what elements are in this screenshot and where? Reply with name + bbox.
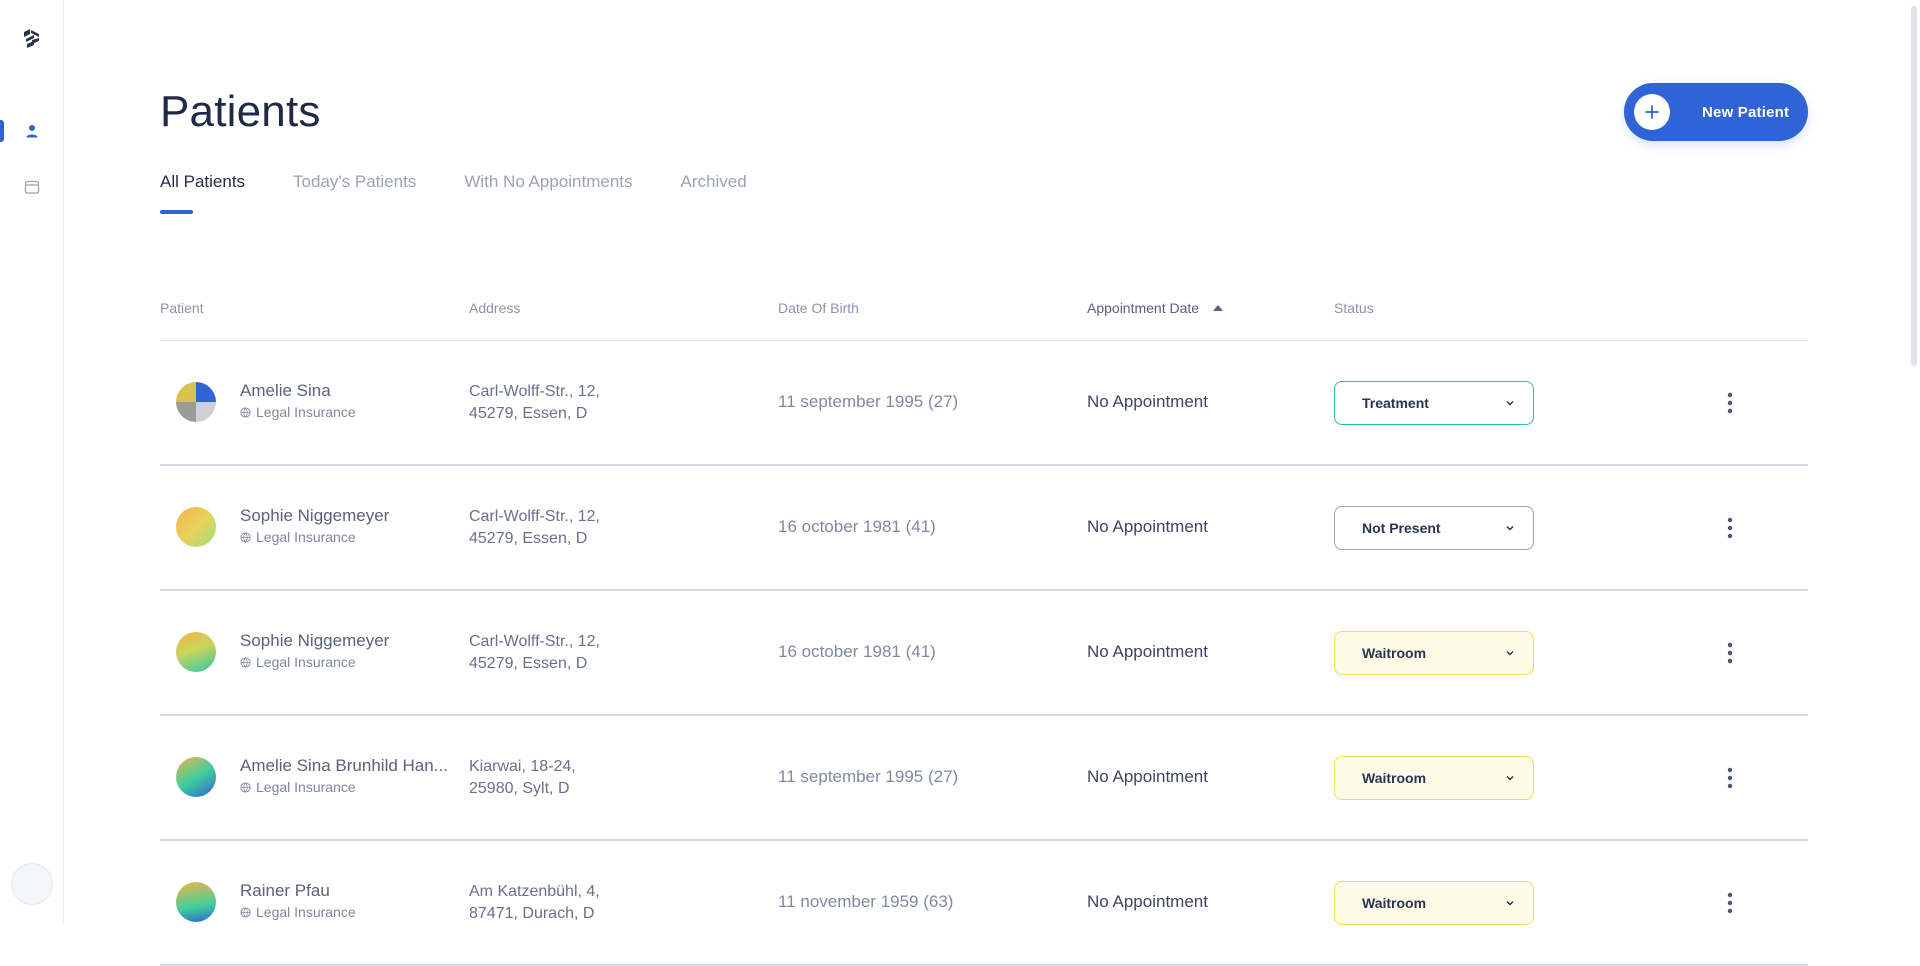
page-scrollbar[interactable] bbox=[1908, 0, 1920, 925]
insurance-label: Legal Insurance bbox=[240, 779, 356, 795]
appointment-date: No Appointment bbox=[1087, 767, 1208, 786]
appointment-date: No Appointment bbox=[1087, 642, 1208, 661]
tab-archived[interactable]: Archived bbox=[681, 172, 747, 214]
chevron-down-icon bbox=[1506, 775, 1514, 781]
patient-dob: 11 september 1995 (27) bbox=[778, 392, 959, 411]
tab-all-patients[interactable]: All Patients bbox=[160, 172, 245, 214]
patient-avatar bbox=[176, 507, 216, 547]
new-patient-label: New Patient bbox=[1702, 103, 1790, 121]
more-vertical-icon bbox=[1727, 517, 1733, 539]
globe-icon bbox=[240, 406, 251, 418]
patient-name[interactable]: Rainer Pfau bbox=[240, 881, 330, 901]
plus-icon bbox=[1634, 94, 1670, 130]
insurance-label: Legal Insurance bbox=[240, 654, 356, 670]
row-menu-button[interactable] bbox=[1715, 385, 1745, 421]
patient-dob: 11 november 1959 (63) bbox=[778, 892, 954, 911]
patient-table-body: Amelie Sina Legal Insurance Carl-Wolff-S… bbox=[160, 341, 1808, 966]
tab-no-appointments[interactable]: With No Appointments bbox=[464, 172, 632, 214]
table-header: Patient Address Date Of Birth Appointmen… bbox=[160, 296, 1808, 341]
globe-icon bbox=[240, 781, 251, 793]
globe-icon bbox=[240, 531, 251, 543]
patient-name[interactable]: Amelie Sina Brunhild Han... bbox=[240, 756, 448, 776]
column-header-address[interactable]: Address bbox=[469, 300, 520, 316]
patient-address: Am Katzenbühl, 4, 87471, Durach, D bbox=[469, 883, 600, 922]
appointment-date: No Appointment bbox=[1087, 892, 1208, 911]
user-avatar[interactable] bbox=[11, 863, 53, 905]
patient-name[interactable]: Amelie Sina bbox=[240, 381, 331, 401]
sidebar-item-patients[interactable] bbox=[0, 114, 64, 148]
status-dropdown[interactable]: Waitroom bbox=[1334, 881, 1534, 925]
table-row[interactable]: Sophie Niggemeyer Legal Insurance Carl-W… bbox=[160, 591, 1808, 716]
user-icon bbox=[26, 125, 38, 138]
status-dropdown[interactable]: Not Present bbox=[1334, 506, 1534, 550]
table-row[interactable]: Amelie Sina Legal Insurance Carl-Wolff-S… bbox=[160, 341, 1808, 466]
patient-name[interactable]: Sophie Niggemeyer bbox=[240, 631, 389, 651]
main-content: Patients New Patient All Patients Today'… bbox=[160, 0, 1808, 966]
chevron-down-icon bbox=[1506, 650, 1514, 656]
more-vertical-icon bbox=[1727, 642, 1733, 664]
page-title: Patients bbox=[160, 87, 321, 136]
status-dropdown[interactable]: Waitroom bbox=[1334, 756, 1534, 800]
tab-todays-patients[interactable]: Today's Patients bbox=[293, 172, 416, 214]
patient-avatar bbox=[176, 757, 216, 797]
chevron-down-icon bbox=[1506, 900, 1514, 906]
status-dropdown[interactable]: Waitroom bbox=[1334, 631, 1534, 675]
insurance-label: Legal Insurance bbox=[240, 529, 356, 545]
more-vertical-icon bbox=[1727, 767, 1733, 789]
column-header-status[interactable]: Status bbox=[1334, 300, 1374, 316]
patient-address: Carl-Wolff-Str., 12, 45279, Essen, D bbox=[469, 633, 600, 672]
chevron-down-icon bbox=[1506, 400, 1514, 406]
patient-avatar bbox=[176, 632, 216, 672]
status-dropdown[interactable]: Treatment bbox=[1334, 381, 1534, 425]
column-header-dob[interactable]: Date Of Birth bbox=[778, 300, 859, 316]
row-menu-button[interactable] bbox=[1715, 510, 1745, 546]
row-menu-button[interactable] bbox=[1715, 635, 1745, 671]
row-menu-button[interactable] bbox=[1715, 760, 1745, 796]
more-vertical-icon bbox=[1727, 392, 1733, 414]
new-patient-button[interactable]: New Patient bbox=[1624, 83, 1808, 141]
table-row[interactable]: Amelie Sina Brunhild Han... Legal Insura… bbox=[160, 716, 1808, 841]
globe-icon bbox=[240, 656, 251, 668]
sidebar bbox=[0, 0, 64, 925]
column-header-patient[interactable]: Patient bbox=[160, 300, 204, 316]
patient-dob: 11 september 1995 (27) bbox=[778, 767, 959, 786]
column-header-appointment[interactable]: Appointment Date bbox=[1087, 300, 1224, 316]
patient-address: Carl-Wolff-Str., 12, 45279, Essen, D bbox=[469, 383, 600, 422]
insurance-label: Legal Insurance bbox=[240, 404, 356, 420]
more-vertical-icon bbox=[1727, 892, 1733, 914]
appointment-date: No Appointment bbox=[1087, 392, 1208, 411]
table-row[interactable]: Rainer Pfau Legal Insurance Am Katzenbüh… bbox=[160, 841, 1808, 966]
patient-dob: 16 october 1981 (41) bbox=[778, 642, 936, 661]
appointment-date: No Appointment bbox=[1087, 517, 1208, 536]
patient-address: Kiarwai, 18-24, 25980, Sylt, D bbox=[469, 758, 576, 797]
clinic-logo-icon[interactable] bbox=[20, 26, 44, 50]
insurance-label: Legal Insurance bbox=[240, 904, 356, 920]
patient-address: Carl-Wolff-Str., 12, 45279, Essen, D bbox=[469, 508, 600, 547]
patient-dob: 16 october 1981 (41) bbox=[778, 517, 936, 536]
row-menu-button[interactable] bbox=[1715, 885, 1745, 921]
scrollbar-thumb[interactable] bbox=[1911, 6, 1917, 366]
chevron-down-icon bbox=[1506, 525, 1514, 531]
globe-icon bbox=[240, 906, 251, 918]
patient-avatar bbox=[176, 882, 216, 922]
patient-tabs: All Patients Today's Patients With No Ap… bbox=[160, 172, 747, 214]
sidebar-item-calendar[interactable] bbox=[0, 170, 64, 204]
patient-avatar bbox=[176, 382, 216, 422]
sort-ascending-icon bbox=[1213, 305, 1224, 311]
patient-name[interactable]: Sophie Niggemeyer bbox=[240, 506, 389, 526]
calendar-icon bbox=[24, 180, 40, 194]
table-row[interactable]: Sophie Niggemeyer Legal Insurance Carl-W… bbox=[160, 466, 1808, 591]
